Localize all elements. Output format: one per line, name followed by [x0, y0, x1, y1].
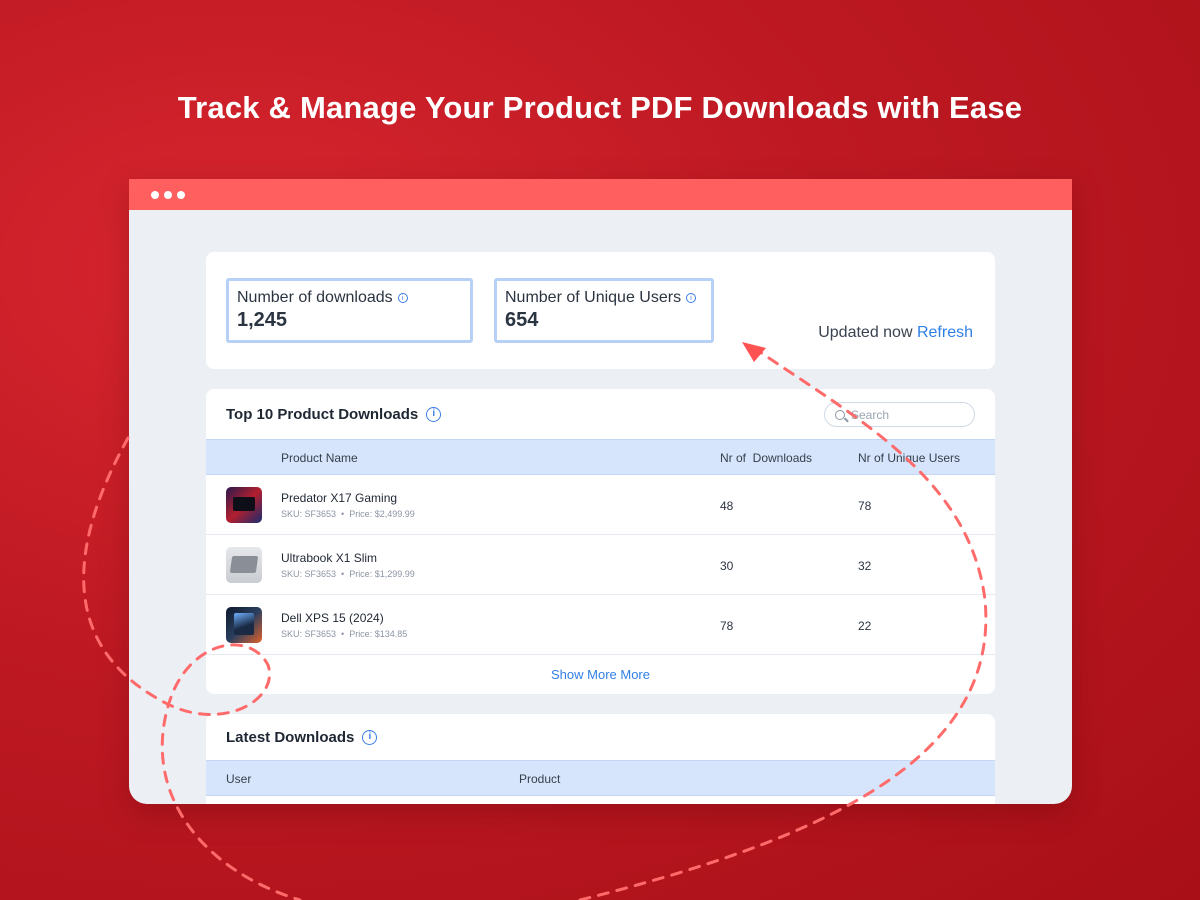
product-name: Dell XPS 15 (2024)	[281, 611, 384, 625]
downloads-count: 78	[720, 619, 734, 633]
downloads-count: 48	[720, 499, 734, 513]
latest-downloads-card: Latest Downloads i User Product	[206, 714, 995, 804]
top-products-title: Top 10 Product Downloads	[226, 405, 419, 423]
product-name: Ultrabook X1 Slim	[281, 551, 378, 565]
column-header-unique-users[interactable]: Nr of Unique Users	[858, 451, 960, 465]
product-meta: SKU: SF3653 • Price: $2,499.99	[281, 509, 415, 519]
show-more-button[interactable]: Show More More	[206, 667, 995, 682]
search-icon	[835, 409, 845, 420]
column-header-product[interactable]: Product	[519, 772, 560, 786]
hero-title: Track & Manage Your Product PDF Download…	[177, 90, 1023, 125]
top-products-card: Top 10 Product Downloads i Product Name …	[206, 389, 995, 694]
info-icon[interactable]: i	[426, 406, 442, 422]
updated-text: Updated now	[818, 324, 913, 341]
column-header-product-name[interactable]: Product Name	[281, 451, 358, 465]
search-box[interactable]	[824, 402, 975, 427]
app-window: Number of downloads i 1,245 Number of Un…	[129, 179, 1072, 804]
info-icon[interactable]: i	[686, 293, 697, 303]
downloads-count: 30	[720, 559, 734, 573]
unique-users-count: 78	[858, 499, 872, 513]
column-header-user[interactable]: User	[226, 772, 251, 786]
product-thumbnail	[226, 607, 262, 643]
downloads-stat-value: 1,245	[237, 309, 288, 331]
product-thumbnail	[226, 487, 262, 523]
latest-downloads-header: Latest Downloads i	[206, 714, 995, 760]
refresh-link[interactable]: Refresh	[917, 324, 973, 341]
product-meta: SKU: SF3653 • Price: $1,299.99	[281, 569, 415, 579]
window-dot-icon[interactable]	[164, 190, 172, 199]
product-name: Predator X17 Gaming	[281, 491, 398, 505]
window-titlebar	[129, 179, 1072, 210]
top-products-header: Top 10 Product Downloads i	[206, 389, 995, 439]
downloads-stat: Number of downloads i 1,245	[226, 278, 473, 343]
updated-status: Updated now Refresh	[818, 324, 973, 342]
table-header: User Product	[206, 760, 995, 796]
product-thumbnail	[226, 547, 262, 583]
unique-users-stat-label: Number of Unique Users i	[505, 289, 703, 307]
stats-card: Number of downloads i 1,245 Number of Un…	[206, 252, 995, 369]
unique-users-stat-value: 654	[505, 309, 539, 331]
unique-users-stat: Number of Unique Users i 654	[494, 278, 714, 343]
unique-users-count: 32	[858, 559, 872, 573]
info-icon[interactable]: i	[397, 293, 408, 303]
table-header: Product Name Nr of Downloads Nr of Uniqu…	[206, 439, 995, 475]
window-dot-icon[interactable]	[177, 190, 185, 199]
table-row[interactable]: Predator X17 Gaming SKU: SF3653 • Price:…	[206, 475, 995, 535]
product-meta: SKU: SF3653 • Price: $134.85	[281, 629, 408, 639]
info-icon[interactable]: i	[362, 729, 378, 745]
column-header-downloads[interactable]: Nr of Downloads	[720, 451, 812, 465]
unique-users-count: 22	[858, 619, 872, 633]
downloads-stat-label: Number of downloads i	[237, 289, 462, 307]
window-dot-icon[interactable]	[151, 190, 159, 199]
table-row[interactable]: Dell XPS 15 (2024) SKU: SF3653 • Price: …	[206, 595, 995, 655]
search-input[interactable]	[851, 407, 961, 422]
latest-downloads-title: Latest Downloads	[226, 728, 355, 746]
table-row[interactable]: Ultrabook X1 Slim SKU: SF3653 • Price: $…	[206, 535, 995, 595]
